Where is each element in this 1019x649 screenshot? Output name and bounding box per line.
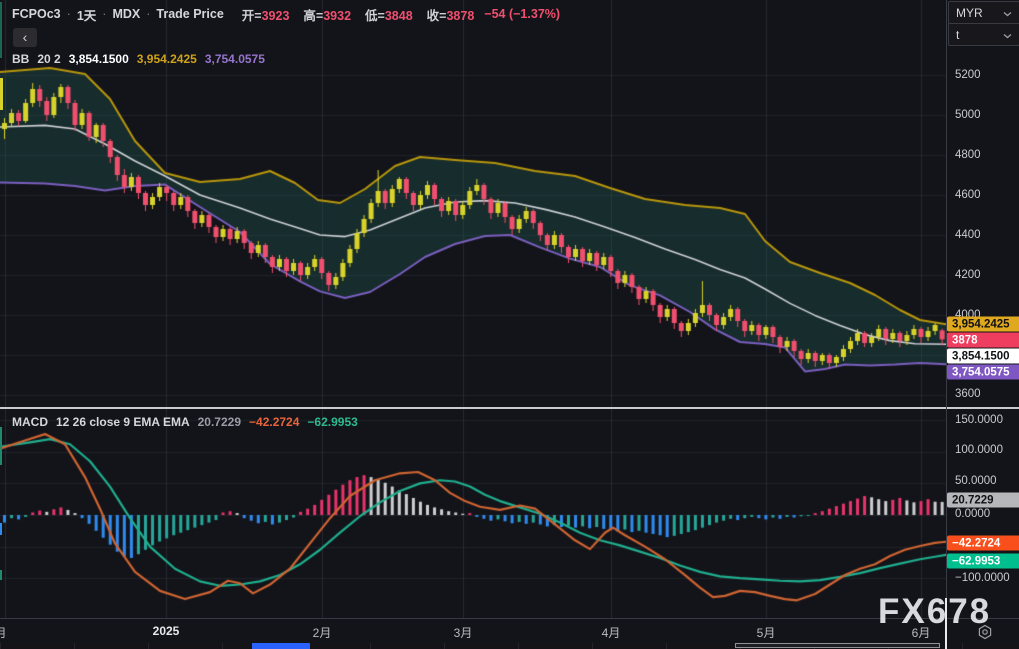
time-axis-label: 2月 [312, 626, 332, 640]
edge-sliver [0, 78, 3, 110]
horizontal-scrollbar[interactable] [0, 643, 1019, 649]
macd-name: MACD [12, 415, 48, 429]
ohlc-value: 3923 [261, 8, 290, 23]
dropdown-t[interactable]: t [949, 23, 1019, 45]
macd-params: 12 26 close 9 EMA EMA [56, 415, 190, 429]
macd-axis-label: 150.0000 [955, 414, 1003, 426]
ohlc-value: 3848 [384, 8, 413, 23]
last-price-badge: 3878 [947, 332, 1019, 348]
watermark: FX678 [878, 592, 992, 631]
separator: · [66, 7, 71, 21]
dropdown-value: t [956, 27, 960, 42]
scrollbar-visible-range[interactable] [735, 643, 940, 648]
price-axis-label: 4200 [955, 269, 981, 281]
price-axis-label: 4800 [955, 149, 981, 161]
edge-sliver [0, 2, 2, 58]
chevron-down-icon [1003, 28, 1012, 42]
bb-lower-badge: 3,754.0575 [947, 364, 1019, 380]
ohlc-item: 低=3848 [359, 5, 413, 24]
macd-axis-label: 50.0000 [955, 475, 997, 487]
macd-hist-badge: 20.7229 [947, 492, 1019, 508]
price-axis-label: 4400 [955, 229, 981, 241]
symbol-name[interactable]: FCPOc3 [12, 7, 61, 21]
exchange: MDX [112, 7, 141, 21]
bb-params: 20 2 [37, 52, 61, 66]
macd-axis-label: 0.0000 [955, 508, 991, 520]
currency-unit-panel: MYR t [948, 1, 1019, 46]
price-axis-label: 5200 [955, 69, 981, 81]
bb-basis-value: 3,854.1500 [68, 52, 129, 66]
ohlc-label: 低= [365, 8, 385, 23]
time-axis[interactable]: 12月20252月3月4月5月6月 [0, 618, 1019, 644]
edge-sliver [0, 427, 2, 465]
main-chart-canvas[interactable] [0, 0, 946, 618]
bb-lower-value: 3,754.0575 [204, 52, 265, 66]
time-axis-label: 12月 [0, 626, 7, 640]
bb-indicator-row[interactable]: BB 20 2 3,854.1500 3,954.2425 3,754.0575 [12, 51, 265, 67]
symbol-header: FCPOc3 · 1天 · MDX · Trade Price 开=3923 高=… [12, 5, 560, 23]
pane-separator[interactable] [0, 407, 1019, 409]
interval[interactable]: 1天 [77, 5, 96, 24]
ohlc-item: 收=3878 [421, 5, 475, 24]
separator: · [102, 7, 107, 21]
macd-signal-value: −62.9953 [307, 415, 358, 429]
bb-upper-badge: 3,954.2425 [947, 316, 1019, 332]
ohlc-value: 3878 [446, 8, 475, 23]
price-axis[interactable]: 5200 5000 4800 4600 4400 4200 4000 3600 3,954.24… [946, 0, 1019, 407]
time-axis-label: 4月 [601, 626, 621, 640]
time-axis-label: 3月 [453, 626, 473, 640]
bb-name: BB [12, 52, 30, 66]
dropdown-value: MYR [956, 5, 983, 20]
dropdown-myr[interactable]: MYR [949, 2, 1019, 23]
macd-signal-badge: −62.9953 [947, 553, 1019, 569]
ohlc-label: 高= [303, 8, 324, 23]
ohlc-label: 收= [426, 8, 447, 23]
back-button[interactable]: ‹ [13, 28, 37, 47]
chevron-down-icon [1003, 6, 1012, 20]
macd-axis[interactable]: 150.0000 100.0000 50.0000 0.0000 −100.0000 20… [946, 409, 1019, 618]
ohlc-item: 开=3923 [236, 5, 290, 24]
price-axis-label: 4600 [955, 189, 981, 201]
bb-basis-badge: 3,854.1500 [947, 348, 1019, 364]
scrollbar-active-segment[interactable] [252, 643, 310, 649]
change-value: −54 (−1.37%) [484, 7, 561, 21]
macd-axis-label: 100.0000 [955, 444, 1003, 456]
macd-hist-value: 20.7229 [197, 415, 242, 429]
edge-sliver [0, 523, 2, 535]
macd-line-badge: −42.2724 [947, 535, 1019, 551]
price-axis-label: 5000 [955, 109, 981, 121]
ohlc-values: 开=3923 高=3932 低=3848 收=3878 [230, 5, 475, 24]
macd-axis-label: −100.0000 [955, 572, 1010, 584]
ohlc-value: 3932 [323, 8, 352, 23]
bb-upper-value: 3,954.2425 [136, 52, 197, 66]
trading-chart-screen: FCPOc3 · 1天 · MDX · Trade Price 开=3923 高=… [0, 0, 1019, 649]
time-axis-label: 5月 [756, 626, 776, 640]
time-axis-label: 2025 [152, 624, 180, 638]
macd-indicator-row[interactable]: MACD 12 26 close 9 EMA EMA 20.7229 −42.2… [12, 414, 358, 430]
macd-line-value: −42.2724 [249, 415, 300, 429]
series-type: Trade Price [156, 7, 224, 21]
ohlc-item: 高=3932 [297, 5, 351, 24]
separator: · [146, 7, 151, 21]
price-axis-label: 3600 [955, 388, 981, 400]
edge-sliver [0, 570, 2, 580]
ohlc-label: 开= [241, 8, 262, 23]
